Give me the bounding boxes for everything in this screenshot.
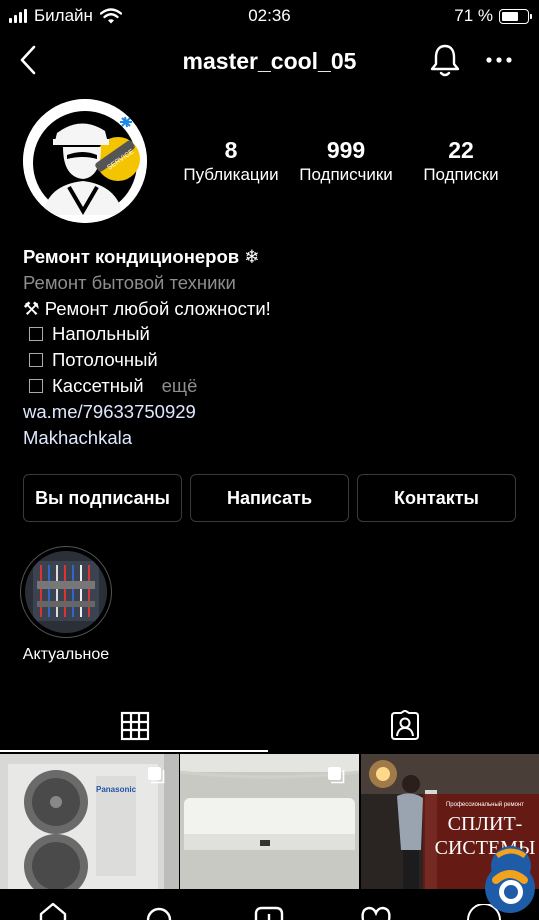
post-thumbnail[interactable]: Panasonic: [0, 754, 179, 889]
profile-name: Ремонт кондиционеров: [23, 246, 240, 267]
highlight-ring: [20, 546, 112, 638]
profile-avatar[interactable]: SERVICE: [23, 99, 147, 223]
back-button[interactable]: [14, 42, 44, 78]
checkbox-icon: [29, 327, 43, 342]
tab-tagged[interactable]: [270, 700, 539, 752]
profile-header: master_cool_05: [0, 32, 539, 90]
multiple-posts-icon: [148, 767, 165, 784]
post-caption-small: Профессиональный ремонт: [446, 801, 524, 808]
bell-icon: [430, 44, 460, 77]
notifications-button[interactable]: [428, 42, 462, 78]
more-options-button[interactable]: [484, 50, 514, 70]
profile-category: Ремонт бытовой техники: [23, 271, 236, 293]
post-thumbnail[interactable]: [180, 754, 359, 889]
chevron-left-icon: [20, 45, 36, 75]
grid-icon: [120, 711, 149, 741]
multiple-posts-icon: [328, 767, 345, 784]
posts-count-value: 8: [224, 137, 238, 163]
bio-website-link[interactable]: wa.me/79633750929: [23, 399, 523, 425]
snowflake-icon: ❄: [244, 246, 260, 267]
status-bar: Билайн 02:36 71 %: [0, 0, 539, 32]
following-button[interactable]: Вы подписаны: [23, 474, 182, 522]
bio-item: Напольный: [52, 323, 150, 345]
profile-tabs: [0, 700, 539, 752]
active-tab-indicator: [0, 750, 268, 752]
following-count-value: 22: [448, 137, 474, 163]
post-brand-label: Panasonic: [96, 785, 137, 794]
home-icon[interactable]: [38, 902, 68, 920]
posts-count[interactable]: 8 Публикации: [166, 136, 296, 186]
more-icon: [486, 57, 512, 63]
highlight-label: Актуальное: [22, 646, 110, 663]
bio-item: Кассетный: [52, 374, 144, 396]
following-count[interactable]: 22 Подписки: [396, 136, 526, 186]
bottom-navigation: [0, 892, 539, 920]
tools-icon: ⚒: [23, 297, 40, 319]
tab-posts-grid[interactable]: [0, 700, 269, 752]
search-icon[interactable]: [144, 906, 174, 920]
bio-more-link[interactable]: ещё: [162, 375, 198, 396]
battery-icon: [499, 8, 532, 24]
checkbox-icon: [29, 353, 43, 368]
posts-count-label: Публикации: [183, 165, 279, 184]
bio-item: Потолочный: [52, 349, 158, 371]
watermark-logo: [485, 863, 535, 913]
followers-count-value: 999: [326, 137, 366, 163]
new-post-icon[interactable]: [254, 906, 284, 920]
bio-location[interactable]: Makhachkala: [23, 425, 523, 451]
followers-count[interactable]: 999 Подписчики: [281, 136, 411, 186]
battery-percent: 71 %: [454, 6, 493, 25]
contacts-button[interactable]: Контакты: [357, 474, 516, 522]
technician-logo: SERVICE: [23, 99, 147, 223]
profile-bio: Ремонт кондиционеров ❄ Ремонт бытовой те…: [23, 244, 523, 450]
bio-line: Ремонт любой сложности!: [44, 297, 271, 319]
heart-icon[interactable]: [360, 906, 392, 920]
post-caption-title1: СПЛИТ-: [448, 813, 523, 835]
followers-count-label: Подписчики: [299, 165, 393, 184]
checkbox-icon: [29, 378, 43, 393]
story-highlight[interactable]: Актуальное: [18, 546, 114, 664]
message-button[interactable]: Написать: [190, 474, 349, 522]
following-count-label: Подписки: [423, 165, 499, 184]
tagged-icon: [390, 710, 419, 740]
highlight-cover: [25, 551, 107, 633]
